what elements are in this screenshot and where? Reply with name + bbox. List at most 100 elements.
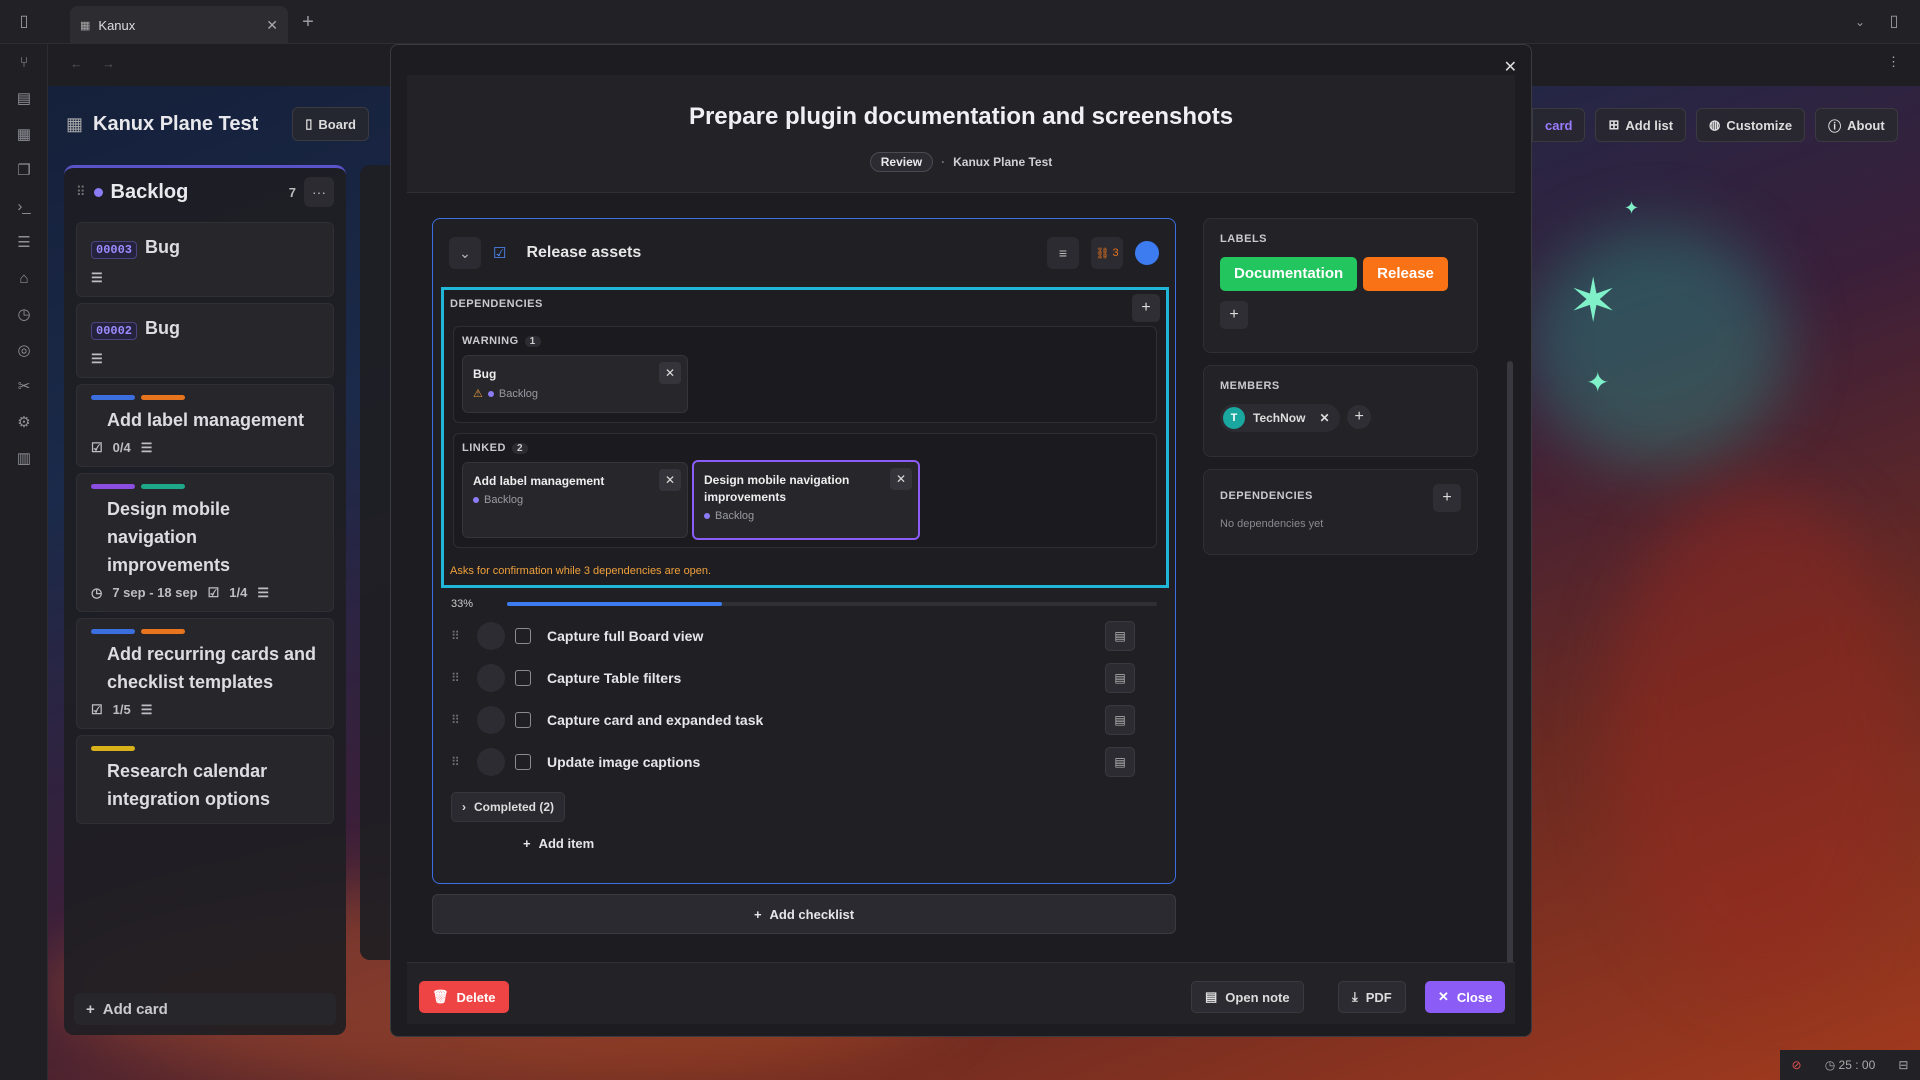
item-checkbox[interactable]	[515, 754, 531, 770]
add-card-footer-button[interactable]: + Add card	[74, 993, 336, 1025]
plugin-icon[interactable]: ⚙	[0, 404, 48, 440]
members-panel: MEMBERS T TechNow ✕ +	[1203, 365, 1478, 457]
modal-footer: 🗑 Delete ▤ Open note ⤓ PDF ✕ Close	[407, 962, 1515, 1024]
assignee-circle[interactable]	[477, 622, 505, 650]
add-list-button[interactable]: ⊞ Add list	[1595, 108, 1687, 142]
card[interactable]: Add recurring cards and checklist templa…	[76, 618, 334, 729]
add-label-button[interactable]: +	[1220, 301, 1248, 329]
item-text[interactable]: Capture card and expanded task	[547, 712, 1105, 728]
dependency-card[interactable]: Add label management Backlog ✕	[462, 462, 688, 538]
checklist-item[interactable]: ⠿ Update image captions ▤	[451, 744, 1135, 780]
scrollbar[interactable]	[1507, 361, 1513, 1001]
assignee-circle[interactable]	[477, 748, 505, 776]
close-tab-icon[interactable]: ✕	[266, 17, 278, 34]
new-tab-icon[interactable]: +	[298, 12, 318, 32]
color-picker-dot[interactable]	[1135, 241, 1159, 265]
clock-icon: ◷	[91, 585, 103, 600]
label-release[interactable]: Release	[1363, 257, 1448, 291]
completed-toggle[interactable]: › Completed (2)	[451, 792, 566, 822]
checklist-item[interactable]: ⠿ Capture full Board view ▤	[451, 618, 1135, 654]
collapse-button[interactable]: ⌄	[449, 237, 481, 269]
remove-member-icon[interactable]: ✕	[1319, 411, 1329, 425]
list-icon[interactable]: ☰	[0, 224, 48, 260]
tools-icon[interactable]: ✂	[0, 368, 48, 404]
description-button[interactable]: ≡	[1047, 237, 1079, 269]
back-icon[interactable]: ←	[70, 56, 83, 71]
item-text[interactable]: Update image captions	[547, 754, 1105, 770]
sync-off-icon[interactable]: ⊘	[1792, 1058, 1802, 1072]
card[interactable]: 00002 Bug ☰	[76, 303, 334, 378]
lock-icon[interactable]: ⊟	[1898, 1058, 1908, 1072]
item-text[interactable]: Capture Table filters	[547, 670, 1105, 686]
terminal-icon[interactable]: ›_	[0, 188, 48, 224]
card[interactable]: Research calendar integration options	[76, 735, 334, 824]
remove-dependency-button[interactable]: ✕	[659, 469, 681, 491]
about-label: About	[1847, 117, 1885, 133]
add-card-button[interactable]: card	[1532, 108, 1586, 142]
checklist-title[interactable]: Release assets	[526, 244, 1035, 262]
eye-off-icon[interactable]: ◎	[0, 332, 48, 368]
close-modal-icon[interactable]: ✕	[1504, 57, 1517, 77]
label-documentation[interactable]: Documentation	[1220, 257, 1358, 291]
customize-button[interactable]: ◍ Customize	[1696, 108, 1806, 142]
add-item-button[interactable]: + Add item	[523, 836, 594, 851]
graph-icon[interactable]: ⑂	[0, 44, 48, 80]
grid-icon[interactable]: ▦	[66, 114, 83, 135]
item-checkbox[interactable]	[515, 712, 531, 728]
member-chip[interactable]: T TechNow ✕	[1220, 404, 1340, 432]
item-note-button[interactable]: ▤	[1105, 621, 1135, 651]
remove-dependency-button[interactable]: ✕	[659, 362, 681, 384]
add-member-button[interactable]: +	[1347, 405, 1372, 429]
item-checkbox[interactable]	[515, 670, 531, 686]
about-button[interactable]: ⓘ About	[1815, 108, 1898, 142]
drag-handle-icon[interactable]: ⠿	[451, 629, 477, 643]
item-text[interactable]: Capture full Board view	[547, 628, 1105, 644]
checklist-item[interactable]: ⠿ Capture card and expanded task ▤	[451, 702, 1135, 738]
status-badge[interactable]: Review	[869, 152, 934, 172]
drag-handle-icon[interactable]: ⠿	[451, 671, 477, 685]
item-note-button[interactable]: ▤	[1105, 663, 1135, 693]
file-icon[interactable]: ▤	[0, 80, 48, 116]
assignee-circle[interactable]	[477, 706, 505, 734]
drag-handle-icon[interactable]: ⠿	[451, 713, 477, 727]
close-button[interactable]: ✕ Close	[1425, 981, 1506, 1013]
card[interactable]: 00003 Bug ☰	[76, 222, 334, 297]
pomodoro-timer[interactable]: ◷ 25 : 00	[1825, 1058, 1876, 1072]
more-icon[interactable]: ⋮	[1887, 54, 1900, 70]
item-checkbox[interactable]	[515, 628, 531, 644]
dependency-link-button[interactable]: ⛓ 3	[1091, 237, 1123, 269]
add-dependency-button[interactable]: +	[1433, 484, 1461, 512]
dependency-card[interactable]: Design mobile navigation improvements Ba…	[692, 460, 920, 540]
nebula-glow	[1528, 226, 1788, 466]
assignee-circle[interactable]	[477, 664, 505, 692]
card-title[interactable]: Prepare plugin documentation and screens…	[407, 103, 1515, 131]
pdf-button[interactable]: ⤓ PDF	[1338, 981, 1406, 1013]
timer-icon[interactable]: ◷	[0, 296, 48, 332]
board-view-button[interactable]: ▯ Board	[292, 107, 369, 141]
right-sidebar-toggle-icon[interactable]: ▯	[1884, 12, 1904, 32]
add-dependency-button[interactable]: +	[1132, 294, 1160, 322]
open-note-button[interactable]: ▤ Open note	[1191, 981, 1304, 1013]
drag-handle-icon[interactable]: ⠿	[76, 184, 86, 200]
drag-handle-icon[interactable]: ⠿	[451, 755, 477, 769]
checklist-item[interactable]: ⠿ Capture Table filters ▤	[451, 660, 1135, 696]
dependency-card[interactable]: Bug ⚠ Backlog ✕	[462, 355, 688, 413]
home-icon[interactable]: ⌂	[0, 260, 48, 296]
remove-dependency-button[interactable]: ✕	[890, 468, 912, 490]
column-menu-button[interactable]: ···	[304, 177, 334, 207]
map-icon[interactable]: ▥	[0, 440, 48, 476]
item-note-button[interactable]: ▤	[1105, 705, 1135, 735]
sidebar-toggle-icon[interactable]: ▯	[14, 12, 34, 32]
calendar-icon[interactable]: ▦	[0, 116, 48, 152]
palette-icon: ◍	[1709, 117, 1721, 132]
progress-fill	[507, 602, 722, 606]
add-checklist-button[interactable]: + Add checklist	[432, 894, 1176, 934]
delete-button[interactable]: 🗑 Delete	[419, 981, 509, 1013]
chevron-down-icon[interactable]: ⌄	[1850, 12, 1870, 32]
card[interactable]: Design mobile navigation improvements ◷ 7…	[76, 473, 334, 612]
forward-icon[interactable]: →	[102, 56, 115, 71]
item-note-button[interactable]: ▤	[1105, 747, 1135, 777]
card[interactable]: Add label management ☑ 0/4 ☰	[76, 384, 334, 467]
copy-icon[interactable]: ❐	[0, 152, 48, 188]
tab-kanux[interactable]: ▦ Kanux ✕	[70, 6, 288, 44]
